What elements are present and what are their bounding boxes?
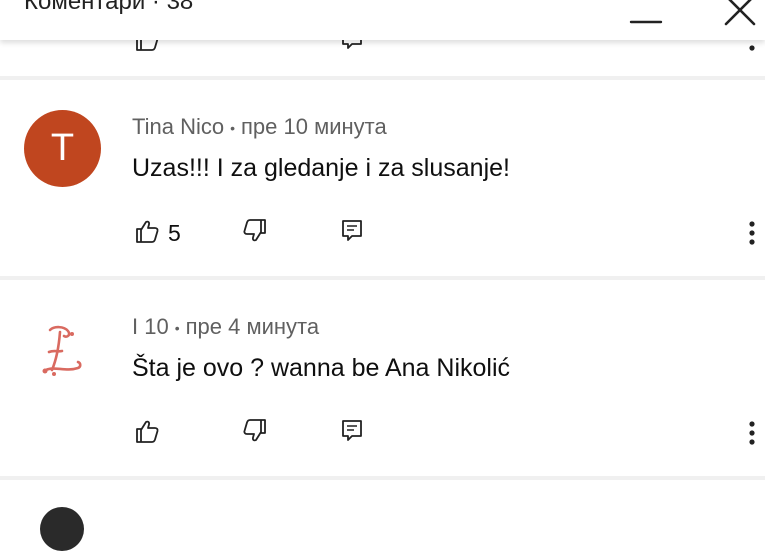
- reply-icon: [340, 218, 366, 249]
- comment-meta: I 10 • пре 4 минута: [132, 314, 319, 340]
- comment-meta: Tina Nico • пре 10 минута: [132, 114, 387, 140]
- more-vert-icon[interactable]: [748, 40, 756, 57]
- previous-comment-actions: [0, 40, 765, 76]
- like-button[interactable]: [134, 418, 168, 448]
- thumb-up-icon: [134, 418, 160, 449]
- avatar[interactable]: T: [24, 110, 101, 187]
- separator-dot: •: [174, 320, 180, 337]
- thumb-up-icon[interactable]: [134, 40, 160, 57]
- thumb-down-icon: [242, 418, 268, 449]
- more-vert-icon[interactable]: [745, 418, 759, 448]
- avatar-monogram-icon: [42, 325, 82, 376]
- avatar-letter: T: [24, 110, 101, 187]
- comment-actions: [132, 418, 765, 448]
- avatar[interactable]: [40, 507, 84, 551]
- more-vert-icon[interactable]: [745, 218, 759, 248]
- comment-author[interactable]: Tina Nico: [132, 114, 224, 139]
- comment-actions: 5: [132, 218, 765, 248]
- reply-icon: [340, 418, 366, 449]
- comment-item: T Tina Nico • пре 10 минута Uzas!!! I za g…: [0, 80, 765, 276]
- thumb-down-icon: [242, 218, 268, 249]
- comment-author[interactable]: I 10: [132, 314, 169, 339]
- thumb-up-icon: [134, 218, 160, 249]
- comments-title: Коментари · 38: [24, 0, 194, 15]
- comment-time: пре 10 минута: [241, 114, 387, 139]
- dislike-button[interactable]: [242, 218, 268, 248]
- reply-button[interactable]: [340, 418, 366, 448]
- like-button[interactable]: 5: [134, 218, 181, 248]
- comment-time: пре 4 минута: [185, 314, 320, 339]
- comment-text: Šta je ovo ? wanna be Ana Nikolić: [132, 354, 511, 382]
- reply-icon[interactable]: [340, 40, 366, 57]
- comment-item: I 10 • пре 4 минута Šta je ovo ? wanna be …: [0, 280, 765, 476]
- sort-icon[interactable]: [628, 0, 664, 33]
- comments-header: Коментари · 38: [0, 0, 765, 40]
- reply-button[interactable]: [340, 218, 366, 248]
- like-count: 5: [168, 219, 181, 246]
- dislike-button[interactable]: [242, 418, 268, 448]
- comment-text: Uzas!!! I za gledanje i za slusanje!: [132, 154, 510, 182]
- avatar[interactable]: [24, 310, 101, 387]
- divider: [0, 476, 765, 480]
- separator-dot: •: [230, 120, 236, 137]
- close-icon[interactable]: [720, 0, 760, 35]
